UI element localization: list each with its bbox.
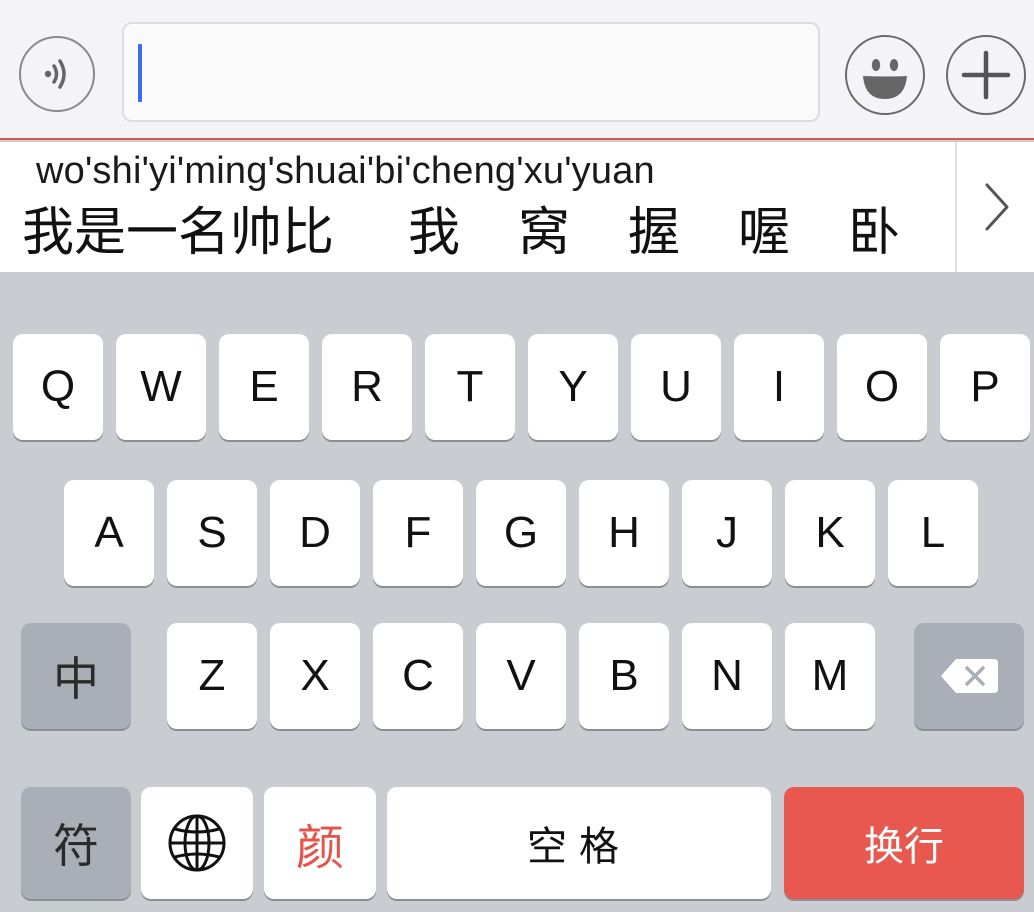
- candidate-list: 我是一名帅比 我 窝 握 喔 卧: [22, 198, 958, 268]
- space-key[interactable]: 空格: [387, 787, 771, 899]
- candidate-item[interactable]: 我是一名帅比: [22, 198, 408, 268]
- emoji-button[interactable]: [845, 35, 925, 115]
- key-t[interactable]: T: [425, 334, 515, 440]
- key-c[interactable]: C: [373, 623, 463, 729]
- message-input-bar: [0, 0, 1034, 140]
- language-toggle-key[interactable]: 中: [21, 623, 131, 729]
- chevron-right-icon: [985, 183, 1008, 231]
- backspace-icon: [941, 659, 998, 693]
- key-d[interactable]: D: [270, 480, 360, 586]
- candidate-item[interactable]: 卧: [848, 198, 958, 268]
- candidate-item[interactable]: 我: [408, 198, 518, 268]
- ime-candidate-bar: wo'shi'yi'ming'shuai'bi'cheng'xu'yuan 我是…: [0, 142, 1034, 272]
- text-caret: [138, 44, 142, 102]
- kaomoji-key[interactable]: 颜: [264, 787, 376, 899]
- voice-wave-icon: [44, 59, 66, 89]
- key-r[interactable]: R: [322, 334, 412, 440]
- key-v[interactable]: V: [476, 623, 566, 729]
- pinyin-composition: wo'shi'yi'ming'shuai'bi'cheng'xu'yuan: [36, 150, 655, 192]
- key-o[interactable]: O: [837, 334, 927, 440]
- key-k[interactable]: K: [785, 480, 875, 586]
- candidate-item[interactable]: 喔: [738, 198, 848, 268]
- key-n[interactable]: N: [682, 623, 772, 729]
- key-m[interactable]: M: [785, 623, 875, 729]
- key-z[interactable]: Z: [167, 623, 257, 729]
- enter-key[interactable]: 换行: [784, 787, 1024, 899]
- key-l[interactable]: L: [888, 480, 978, 586]
- plus-icon: [961, 50, 1011, 100]
- key-x[interactable]: X: [270, 623, 360, 729]
- voice-input-button[interactable]: [19, 36, 95, 112]
- key-w[interactable]: W: [116, 334, 206, 440]
- key-j[interactable]: J: [682, 480, 772, 586]
- key-f[interactable]: F: [373, 480, 463, 586]
- more-options-button[interactable]: [946, 35, 1026, 115]
- smiley-face-icon: [863, 59, 907, 99]
- key-p[interactable]: P: [940, 334, 1030, 440]
- key-a[interactable]: A: [64, 480, 154, 586]
- key-q[interactable]: Q: [13, 334, 103, 440]
- key-i[interactable]: I: [734, 334, 824, 440]
- key-b[interactable]: B: [579, 623, 669, 729]
- globe-key[interactable]: [141, 787, 253, 899]
- key-e[interactable]: E: [219, 334, 309, 440]
- symbols-key[interactable]: 符: [21, 787, 131, 899]
- candidate-item[interactable]: 握: [628, 198, 738, 268]
- keyboard: Q W E R T Y U I O P A S D F G H J K L 中 …: [0, 272, 1034, 912]
- globe-icon: [168, 814, 226, 872]
- candidate-item[interactable]: 窝: [518, 198, 628, 268]
- key-h[interactable]: H: [579, 480, 669, 586]
- expand-candidates-button[interactable]: [955, 142, 1034, 272]
- key-y[interactable]: Y: [528, 334, 618, 440]
- backspace-key[interactable]: [914, 623, 1024, 729]
- key-s[interactable]: S: [167, 480, 257, 586]
- key-g[interactable]: G: [476, 480, 566, 586]
- key-u[interactable]: U: [631, 334, 721, 440]
- message-text-field[interactable]: [122, 22, 820, 122]
